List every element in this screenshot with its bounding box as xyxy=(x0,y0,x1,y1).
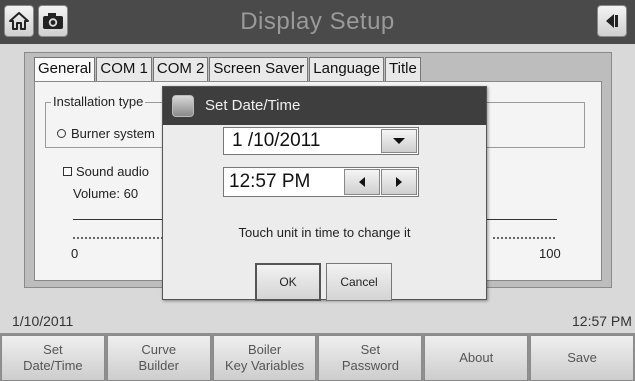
time-field[interactable]: 12:57 PM xyxy=(223,167,419,197)
save-button[interactable]: Save xyxy=(530,335,634,381)
time-value: 12:57 PM xyxy=(229,171,311,192)
slider-ticks xyxy=(73,237,163,239)
dialog-titlebar: Set Date/Time xyxy=(163,87,486,125)
bottom-button-bar: Set Date/Time Curve Builder Boiler Key V… xyxy=(0,333,635,381)
tab-strip: General COM 1 COM 2 Screen Saver Languag… xyxy=(34,57,422,81)
set-date-time-dialog: Set Date/Time 1 /10/2011 12:57 PM Touch … xyxy=(162,86,487,301)
set-date-time-button[interactable]: Set Date/Time xyxy=(1,335,105,381)
burner-system-radio[interactable]: Burner system xyxy=(57,126,155,141)
back-arrow-icon xyxy=(606,14,618,28)
time-increment-button[interactable] xyxy=(381,169,417,195)
status-date: 1/10/2011 xyxy=(12,313,74,329)
about-button[interactable]: About xyxy=(424,335,529,381)
arrow-left-icon xyxy=(359,177,365,187)
app-icon xyxy=(172,95,194,117)
checkbox-icon xyxy=(63,167,72,176)
tab-com2[interactable]: COM 2 xyxy=(152,57,209,81)
dialog-hint: Touch unit in time to change it xyxy=(238,225,411,240)
slider-min-label: 0 xyxy=(71,246,79,261)
curve-builder-button[interactable]: Curve Builder xyxy=(106,335,211,381)
slider-ticks xyxy=(493,237,555,239)
burner-system-label: Burner system xyxy=(71,126,155,141)
ok-button[interactable]: OK xyxy=(255,263,321,301)
date-value: 1 /10/2011 xyxy=(232,130,321,151)
slider-max-label: 100 xyxy=(539,246,561,261)
tab-com1[interactable]: COM 1 xyxy=(96,57,152,81)
installation-type-label: Installation type xyxy=(51,94,146,109)
date-field[interactable]: 1 /10/2011 xyxy=(223,127,419,155)
radio-circle-icon xyxy=(57,129,66,138)
sound-audio-label: Sound audio xyxy=(76,164,150,179)
boiler-key-variables-button[interactable]: Boiler Key Variables xyxy=(212,335,317,381)
volume-label: Volume: 60 xyxy=(73,186,139,201)
tab-title[interactable]: Title xyxy=(385,57,421,81)
page-title: Display Setup xyxy=(240,8,395,35)
arrow-right-icon xyxy=(396,177,402,187)
tab-general[interactable]: General xyxy=(34,57,96,81)
date-dropdown-button[interactable] xyxy=(381,129,417,153)
back-button[interactable] xyxy=(597,5,627,37)
cancel-button[interactable]: Cancel xyxy=(326,263,392,301)
chevron-down-icon xyxy=(393,138,405,144)
dialog-title: Set Date/Time xyxy=(205,97,301,114)
sound-audio-checkbox[interactable]: Sound audio xyxy=(63,164,149,179)
time-decrement-button[interactable] xyxy=(344,169,380,195)
tab-screen-saver[interactable]: Screen Saver xyxy=(209,57,309,81)
status-time: 12:57 PM xyxy=(572,313,632,329)
top-bar: Display Setup xyxy=(0,0,635,44)
set-password-button[interactable]: Set Password xyxy=(318,335,423,381)
tab-language[interactable]: Language xyxy=(309,57,385,81)
